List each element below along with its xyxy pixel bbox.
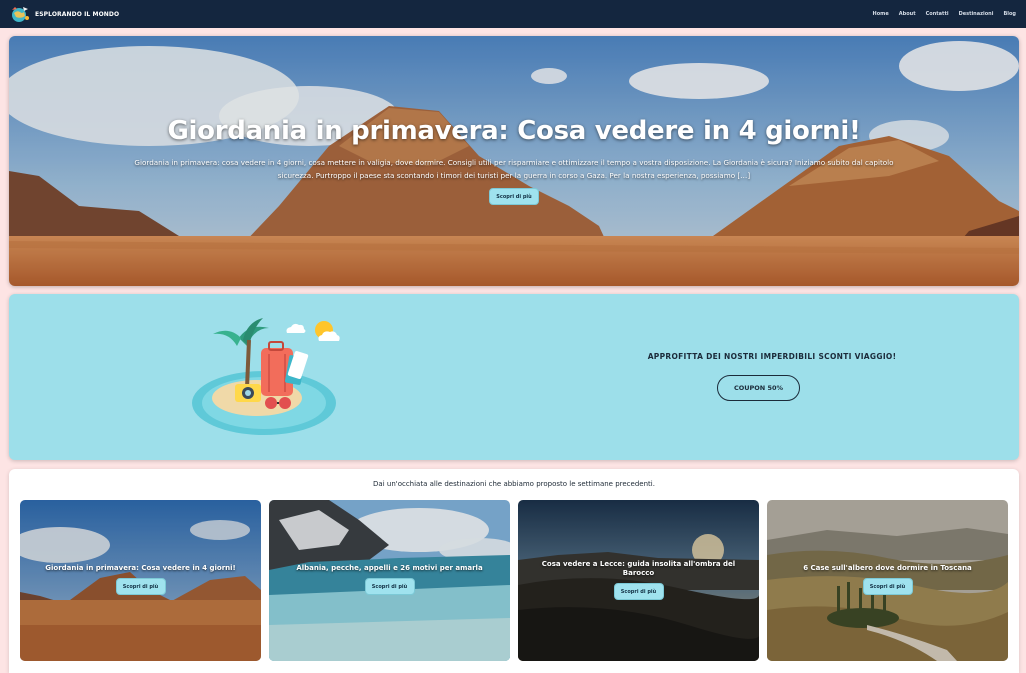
destination-card-albania[interactable]: Albania, pecche, appelli e 26 motivi per… — [269, 500, 510, 661]
coupon-button[interactable]: COUPON 50% — [717, 375, 800, 401]
nav-links: Home About Contatti Destinazioni Blog — [873, 11, 1016, 17]
destination-card-toscana[interactable]: 6 Case sull'albero dove dormire in Tosca… — [767, 500, 1008, 661]
hero-read-more-button[interactable]: Scopri di più — [489, 188, 539, 205]
card-read-more-button[interactable]: Scopri di più — [364, 578, 415, 595]
destinations-section: Dai un'occhiata alle destinazioni che ab… — [9, 469, 1019, 673]
nav-link-home[interactable]: Home — [873, 11, 889, 17]
card-caption: Albania, pecche, appelli e 26 motivi per… — [269, 564, 510, 595]
promo-banner: APPROFITTA DEI NOSTRI IMPERDIBILI SCONTI… — [9, 294, 1019, 460]
destination-card-giordania[interactable]: Giordania in primavera: Cosa vedere in 4… — [20, 500, 261, 661]
destination-card-lecce[interactable]: Cosa vedere a Lecce: guida insolita all'… — [518, 500, 759, 661]
card-title: Albania, pecche, appelli e 26 motivi per… — [296, 564, 483, 572]
card-read-more-button[interactable]: Scopri di più — [115, 578, 166, 595]
card-caption: Cosa vedere a Lecce: guida insolita all'… — [518, 560, 759, 600]
card-title: Cosa vedere a Lecce: guida insolita all'… — [541, 560, 736, 577]
destinations-heading: Dai un'occhiata alle destinazioni che ab… — [373, 480, 655, 488]
hero-title: Giordania in primavera: Cosa vedere in 4… — [167, 116, 861, 146]
card-title: 6 Case sull'albero dove dormire in Tosca… — [803, 564, 972, 572]
card-read-more-button[interactable]: Scopri di più — [613, 583, 664, 600]
nav-link-about[interactable]: About — [899, 11, 916, 17]
brand[interactable]: ESPLORANDO IL MONDO — [8, 4, 119, 24]
card-caption: Giordania in primavera: Cosa vedere in 4… — [20, 564, 261, 595]
card-caption: 6 Case sull'albero dove dormire in Tosca… — [767, 564, 1008, 595]
hero-excerpt: Giordania in primavera: cosa vedere in 4… — [134, 158, 894, 180]
brand-name: ESPLORANDO IL MONDO — [35, 10, 120, 18]
hero-content: Giordania in primavera: Cosa vedere in 4… — [9, 36, 1019, 286]
hero-banner: Giordania in primavera: Cosa vedere in 4… — [9, 36, 1019, 286]
nav-link-contatti[interactable]: Contatti — [926, 11, 949, 17]
nav-link-destinazioni[interactable]: Destinazioni — [959, 11, 994, 17]
card-title: Giordania in primavera: Cosa vedere in 4… — [45, 564, 236, 572]
navbar: ESPLORANDO IL MONDO Home About Contatti … — [0, 0, 1026, 28]
promo-text: APPROFITTA DEI NOSTRI IMPERDIBILI SCONTI… — [647, 352, 897, 361]
travel-island-illustration — [192, 318, 340, 435]
card-read-more-button[interactable]: Scopri di più — [862, 578, 913, 595]
globe-logo-icon — [8, 4, 32, 24]
nav-link-blog[interactable]: Blog — [1003, 11, 1016, 17]
